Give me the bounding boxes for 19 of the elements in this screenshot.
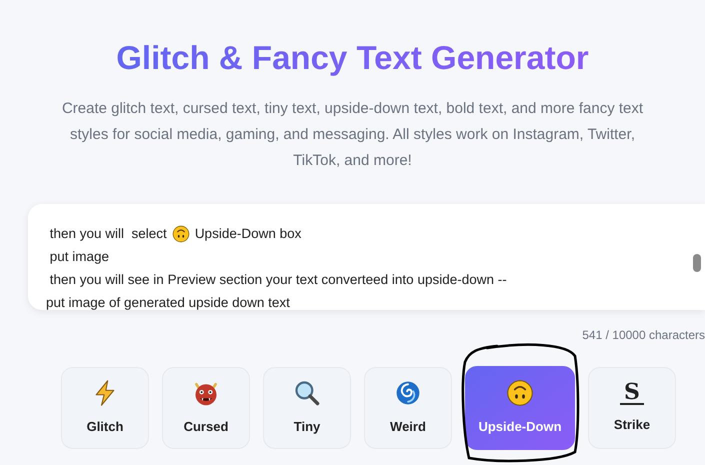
scrollbar-thumb[interactable]: [693, 254, 701, 272]
page-description: Create glitch text, cursed text, tiny text, upside-down text, bold text, and more fancy text styles for social media, gaming, and messaging. All styles work on Instagram, Twitter, TikTok, and more!: [60, 99, 644, 171]
input-text-line: Upside-Down box: [194, 225, 302, 243]
input-text-line: then you will see in Preview section your text converteed into upside-down --: [48, 271, 507, 289]
upside-down-face-icon: [172, 224, 190, 242]
magnifier-icon: [293, 379, 321, 408]
input-text-line: then you will select: [48, 225, 167, 243]
text-input-area[interactable]: then you will select Upside-Down box put image then you will see in Preview section your text converteed into upside-down -- put image of generated upside down text: [28, 204, 705, 310]
input-text-line: put image: [48, 248, 110, 266]
style-option[interactable]: S Strike: [588, 367, 676, 449]
style-option[interactable]: Cursed: [162, 367, 250, 449]
style-option[interactable]: Upside-Down: [465, 366, 575, 450]
style-option[interactable]: Glitch: [61, 367, 149, 449]
style-option[interactable]: Weird: [364, 367, 452, 449]
style-option[interactable]: Tiny: [263, 367, 351, 449]
swirl-icon: [394, 379, 422, 408]
upside-down-face-icon: [506, 379, 534, 408]
character-counter: 541 / 10000 characters: [582, 327, 705, 344]
input-text-line: put image of generated upside down text: [46, 294, 290, 312]
